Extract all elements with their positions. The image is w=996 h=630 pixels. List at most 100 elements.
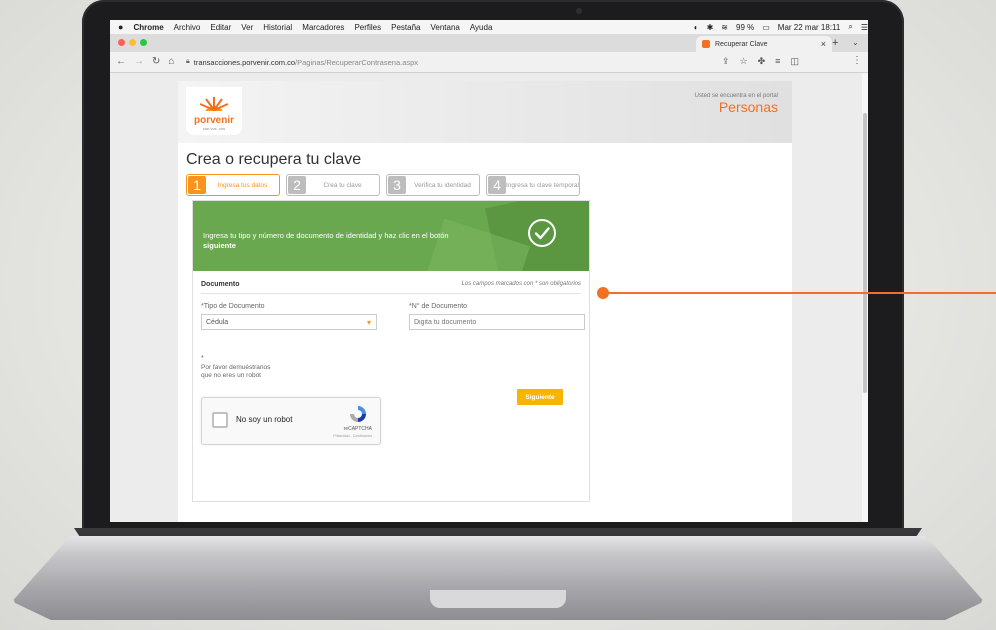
scrollbar-thumb[interactable] [863,113,867,393]
doc-type-select[interactable]: Cédula ▾ [201,314,377,330]
screen: ● Chrome Archivo Editar Ver Historial Ma… [110,20,868,522]
next-button[interactable]: Siguiente [517,389,563,405]
divider [201,293,581,294]
doc-number-label: *N° de Documento [409,303,468,310]
url-bar[interactable]: 🔒︎ transacciones.porvenir.com.co/Paginas… [186,55,726,69]
step-4: 4 Ingresa tu clave temporal [486,174,580,196]
step-2: 2 Crea tu clave [286,174,380,196]
instruction-text: Ingresa tu tipo y número de documento de… [203,231,483,251]
menu-item-historial[interactable]: Historial [263,23,292,32]
side-panel-icon[interactable]: ◫ [790,56,799,67]
chevron-down-icon[interactable]: ▾ [362,315,376,329]
minimize-window-icon[interactable] [129,39,136,46]
step-number: 3 [388,176,406,194]
browser-toolbar: ← → ↻ ⌂ 🔒︎ transacciones.porvenir.com.co… [110,52,868,73]
reload-icon[interactable]: ↻ [152,56,160,67]
browser-tab[interactable]: Recuperar Clave × [696,36,832,52]
doc-number-input[interactable] [409,314,585,330]
instruction-text-bold: siguiente [203,241,236,250]
back-icon[interactable]: ← [116,56,126,67]
doc-type-label: *Tipo de Documento [201,303,265,310]
menu-item-ver[interactable]: Ver [241,23,253,32]
menu-item-archivo[interactable]: Archivo [174,23,201,32]
required-note: Los campos marcados con * son obligatori… [461,281,581,287]
section-title: Documento [201,281,240,288]
favicon-icon [702,40,710,48]
mac-menubar: ● Chrome Archivo Editar Ver Historial Ma… [110,20,868,34]
step-label: Verifica tu identidad [414,181,471,189]
clock[interactable]: Mar 22 mar 18:11 [778,23,841,32]
step-label: Crea tu clave [323,181,362,189]
window-controls [118,39,147,46]
new-tab-icon[interactable]: + [832,37,838,49]
browser-tabbar: Recuperar Clave × + ⌄ [110,34,868,52]
lock-icon[interactable]: 🔒︎ [186,58,190,66]
url-host: transacciones.porvenir.com.co [193,57,296,67]
menu-item-perfiles[interactable]: Perfiles [354,23,381,32]
captcha-note: Por favor demuéstranos que no eres un ro… [201,364,271,379]
portal-indicator: Usted se encuentra en el portal Personas [695,93,778,115]
checkmark-circle-icon [528,219,556,247]
recaptcha-label: No soy un robot [236,415,293,424]
url-path: /Paginas/RecuperarContrasena.aspx [295,57,419,67]
step-number: 4 [488,176,506,194]
instruction-text-body: Ingresa tu tipo y número de documento de… [203,231,449,240]
camera [576,8,582,14]
bookmark-star-icon[interactable]: ☆ [740,56,748,67]
reading-list-icon[interactable]: ≡ [775,56,780,67]
zoom-window-icon[interactable] [140,39,147,46]
recaptcha-brand: reCAPTCHA [343,426,372,432]
apple-icon[interactable]: ● [118,22,123,32]
share-icon[interactable]: ⇪ [722,56,730,67]
status-icon[interactable]: ◐ [694,23,699,32]
bluetooth-icon[interactable]: ✱ [707,23,714,32]
menu-item-pestana[interactable]: Pestaña [391,23,420,32]
site-header: porvenir con vos, vos Usted se encuentra… [178,81,792,143]
menu-item-ayuda[interactable]: Ayuda [470,23,493,32]
portal-name: Personas [718,99,778,115]
forward-icon[interactable]: → [134,56,144,67]
home-icon[interactable]: ⌂ [168,56,174,67]
web-page: porvenir con vos, vos Usted se encuentra… [110,73,862,522]
document-form: Ingresa tu tipo y número de documento de… [192,200,590,502]
menu-item-ventana[interactable]: Ventana [430,23,459,32]
wifi-icon[interactable]: ≋ [721,23,728,32]
callout-dot [597,287,609,299]
step-3: 3 Verifica tu identidad [386,174,480,196]
instruction-banner: Ingresa tu tipo y número de documento de… [193,201,589,271]
step-number: 1 [188,176,206,194]
battery-percent: 99 % [736,22,755,32]
close-tab-icon[interactable]: × [821,39,826,49]
logo-wordmark: porvenir [193,115,234,126]
recaptcha-widget: No soy un robot reCAPTCHA Privacidad - C… [201,397,381,445]
browser-menu-icon[interactable]: ⋮ [852,55,862,66]
recaptcha-checkbox[interactable] [212,412,228,428]
captcha-required-mark: * [201,355,204,362]
menu-item-editar[interactable]: Editar [210,23,231,32]
callout-line [606,292,996,294]
main-content: Crea o recupera tu clave 1 Ingresa tus d… [178,143,792,522]
laptop-notch [430,590,566,608]
tab-search-icon[interactable]: ⌄ [852,38,859,47]
step-label: Ingresa tu clave temporal [506,181,579,189]
battery-icon[interactable]: ▭ [762,23,770,32]
step-1: 1 Ingresa tus datos [186,174,280,196]
control-center-icon[interactable]: ☰ [861,23,868,32]
step-label: Ingresa tus datos [217,181,268,189]
stepper: 1 Ingresa tus datos 2 Crea tu clave 3 Ve… [186,174,580,196]
doc-type-value: Cédula [206,318,229,326]
menu-app-name[interactable]: Chrome [133,23,163,32]
scrollbar[interactable] [862,73,868,522]
page-title: Crea o recupera tu clave [186,151,362,168]
recaptcha-icon [350,406,366,422]
porvenir-logo[interactable]: porvenir con vos, vos [186,87,242,135]
logo-tagline: con vos, vos [202,126,226,131]
sun-logo-icon [199,97,229,116]
tab-title: Recuperar Clave [715,40,768,48]
step-number: 2 [288,176,306,194]
extensions-icon[interactable]: ✤ [758,56,766,67]
menu-item-marcadores[interactable]: Marcadores [302,23,344,32]
close-window-icon[interactable] [118,39,125,46]
spotlight-icon[interactable]: ⌕ [848,22,852,32]
recaptcha-terms[interactable]: Privacidad - Condiciones [333,434,372,438]
